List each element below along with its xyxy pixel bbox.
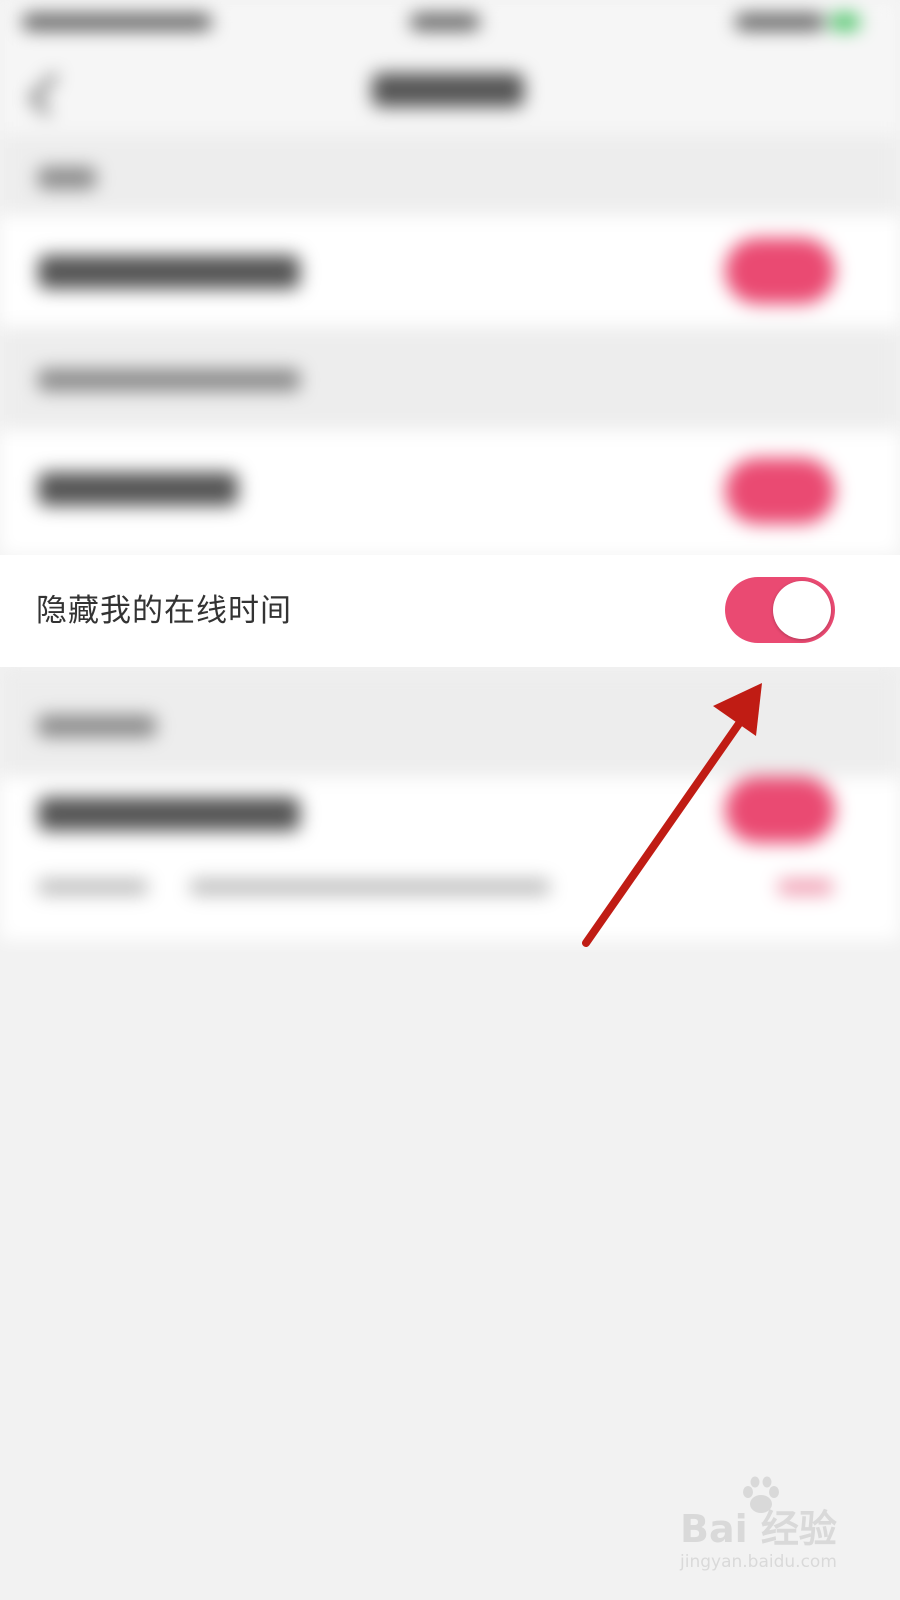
obscured-background [0, 0, 900, 960]
settings-row-obscured-2[interactable] [0, 430, 900, 555]
settings-row-obscured-1[interactable] [0, 215, 900, 327]
settings-row-obscured-3[interactable] [0, 777, 900, 940]
toggle-knob[interactable] [773, 581, 831, 639]
status-bar [0, 0, 900, 45]
hide-online-time-label: 隐藏我的在线时间 [36, 593, 292, 629]
hide-online-time-toggle[interactable] [725, 577, 835, 643]
nav-bar [0, 45, 900, 135]
back-icon[interactable] [29, 73, 72, 116]
settings-row-hide-online-time: 隐藏我的在线时间 [0, 555, 900, 667]
section-header [0, 135, 900, 215]
baidu-jingyan-watermark: Bai 经验 jingyan.baidu.com [680, 1476, 880, 1588]
settings-screen: 隐藏我的在线时间 Bai 经验 jingyan.baidu.com [0, 0, 900, 1600]
page-title [372, 73, 524, 107]
watermark-url: jingyan.baidu.com [680, 1552, 837, 1572]
watermark-logo-text: Bai 经验 [680, 1507, 837, 1551]
section-header [0, 327, 900, 430]
section-header [0, 667, 900, 777]
